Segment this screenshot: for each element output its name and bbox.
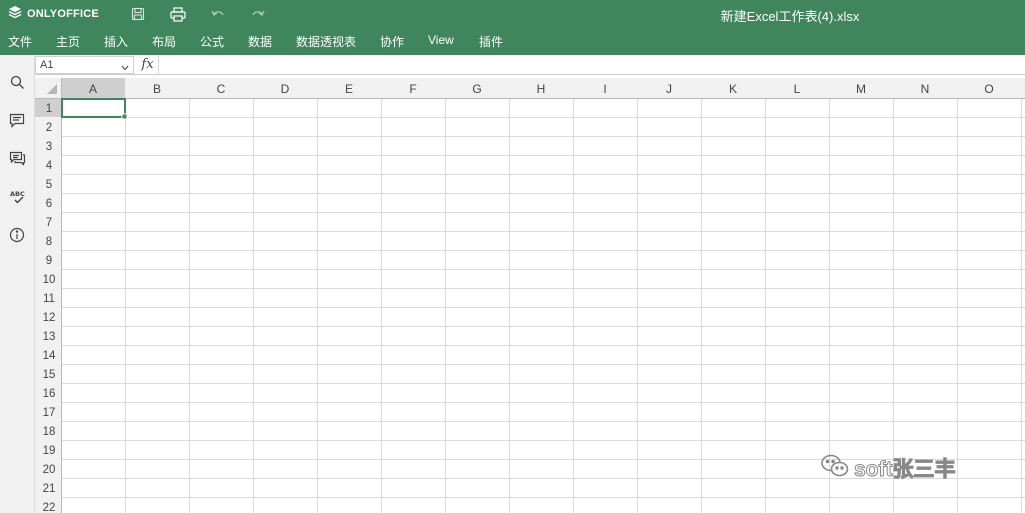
redo-button[interactable] (248, 4, 268, 24)
menu-home[interactable]: 主页 (56, 33, 80, 50)
row-header-6[interactable]: 6 (46, 198, 52, 210)
chat-button[interactable] (6, 150, 28, 172)
column-header-J[interactable]: J (666, 82, 672, 96)
insert-function-button[interactable]: fx (137, 55, 159, 74)
menu-file[interactable]: 文件 (8, 33, 32, 50)
column-header-G[interactable]: G (472, 82, 481, 96)
grid-lines (35, 78, 1025, 513)
menu-pivot-table[interactable]: 数据透视表 (296, 33, 356, 50)
active-cell-border[interactable] (61, 98, 126, 118)
column-header-N[interactable]: N (921, 82, 930, 96)
menu-view[interactable]: View (428, 33, 454, 47)
grid-canvas[interactable]: A B C D E F G H I J K L M N O1234567891011121314151617… (35, 78, 1025, 513)
column-header-F[interactable]: F (409, 82, 416, 96)
column-header-O[interactable]: O (984, 82, 993, 96)
wechat-icon (820, 453, 850, 484)
row-header-13[interactable]: 13 (43, 331, 56, 343)
column-header-B[interactable]: B (153, 82, 161, 96)
grid-headers: A B C D E F G H I J K L M N O1234567891011121314151617… (35, 78, 1025, 513)
search-icon (10, 75, 25, 95)
menu-layout[interactable]: 布局 (152, 33, 176, 50)
layers-logo-icon (8, 5, 22, 24)
comments-button[interactable] (6, 112, 28, 134)
formula-input[interactable] (160, 56, 1020, 73)
row-header-20[interactable]: 20 (43, 464, 56, 476)
row-header-15[interactable]: 15 (43, 369, 56, 381)
column-header-M[interactable]: M (856, 82, 866, 96)
row-header-11[interactable]: 11 (43, 293, 55, 305)
save-icon (131, 7, 145, 21)
spellcheck-icon: ABC (9, 189, 26, 210)
column-header-K[interactable]: K (729, 82, 737, 96)
redo-icon (250, 8, 266, 20)
title-bar: ONLYOFFICE 新建Excel工作表(4).xlsx (0, 0, 1025, 28)
column-header-A[interactable]: A (89, 82, 97, 96)
save-button[interactable] (128, 4, 148, 24)
watermark-text: soft张三丰 (854, 458, 956, 482)
logo-text: ONLYOFFICE (27, 8, 99, 20)
chevron-down-icon (121, 62, 129, 74)
row-header-8[interactable]: 8 (46, 236, 52, 248)
cell-name-box[interactable]: A1 (35, 56, 134, 74)
print-icon (170, 6, 186, 22)
menu-insert[interactable]: 插入 (104, 33, 128, 50)
row-header-18[interactable]: 18 (43, 426, 56, 438)
print-button[interactable] (168, 4, 188, 24)
column-header-E[interactable]: E (345, 82, 353, 96)
app-logo: ONLYOFFICE (8, 5, 99, 23)
row-header-3[interactable]: 3 (46, 141, 52, 153)
left-sidebar: ABC (0, 55, 35, 513)
row-header-12[interactable]: 12 (43, 312, 56, 324)
column-header-H[interactable]: H (537, 82, 546, 96)
undo-icon (210, 8, 226, 20)
column-header-L[interactable]: L (794, 82, 801, 96)
column-header-bar (35, 78, 1025, 98)
row-header-19[interactable]: 19 (43, 445, 56, 457)
spreadsheet-grid[interactable]: A B C D E F G H I J K L M N O 1 2 3 4 5 6 7 8 9 10 11 12 13 14 15 16 17… (35, 78, 1025, 513)
menu-bar: 文件 主页 插入 布局 公式 数据 数据透视表 协作 View 插件 (0, 28, 1025, 55)
comments-icon (9, 113, 25, 133)
fill-handle[interactable] (121, 113, 128, 120)
row-header-16[interactable]: 16 (43, 388, 56, 400)
row-header-5[interactable]: 5 (46, 179, 52, 191)
chat-icon (9, 151, 26, 171)
cell-reference: A1 (40, 59, 54, 71)
row-header-10[interactable]: 10 (43, 274, 56, 286)
column-header-D[interactable]: D (281, 82, 290, 96)
info-icon (9, 227, 25, 248)
row-header-21[interactable]: 21 (43, 483, 56, 495)
column-header-C[interactable]: C (217, 82, 226, 96)
spreadsheet-app: ONLYOFFICE 新建Excel工作表(4).xlsx 文件 主页 插入 布… (0, 0, 1025, 513)
search-button[interactable] (6, 74, 28, 96)
menu-formula[interactable]: 公式 (200, 33, 224, 50)
document-title: 新建Excel工作表(4).xlsx (720, 9, 860, 24)
menu-plugins[interactable]: 插件 (479, 33, 503, 50)
row-header-9[interactable]: 9 (46, 255, 52, 267)
row-header-17[interactable]: 17 (43, 407, 56, 419)
grid-selection (61, 98, 128, 120)
spellcheck-button[interactable]: ABC (6, 188, 28, 210)
watermark: soft张三丰 (820, 452, 956, 484)
formula-bar: A1 fx (35, 55, 1025, 75)
row-header-7[interactable]: 7 (46, 217, 52, 229)
row-header-1[interactable]: 1 (46, 103, 52, 115)
row-header-14[interactable]: 14 (43, 350, 56, 362)
undo-button[interactable] (208, 4, 228, 24)
menu-data[interactable]: 数据 (248, 33, 272, 50)
row-header-22[interactable]: 22 (43, 502, 56, 513)
row-header-4[interactable]: 4 (46, 160, 53, 172)
column-header-I[interactable]: I (603, 82, 606, 96)
row-header-2[interactable]: 2 (46, 122, 52, 134)
about-button[interactable] (6, 226, 28, 248)
menu-collaborate[interactable]: 协作 (380, 33, 404, 50)
